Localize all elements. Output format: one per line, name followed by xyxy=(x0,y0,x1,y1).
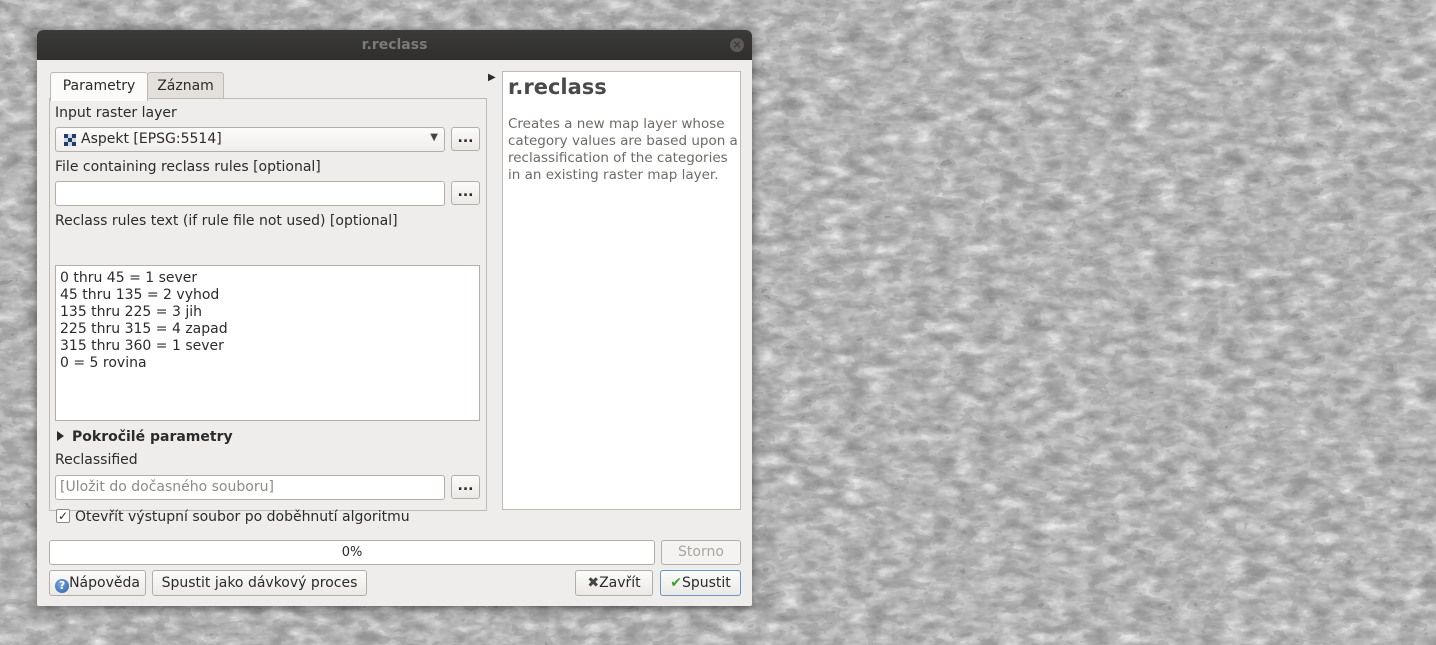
raster-layer-icon xyxy=(64,134,76,146)
collapse-help-arrow-icon[interactable]: ▶ xyxy=(488,72,496,83)
title-bar[interactable]: r.reclass × xyxy=(37,30,752,60)
expand-triangle-icon xyxy=(57,431,64,441)
window-title: r.reclass xyxy=(361,37,428,53)
close-button-label: Zavřít xyxy=(599,575,641,591)
cancel-button[interactable]: Storno xyxy=(661,540,741,565)
close-button[interactable]: ✖Zavřít xyxy=(575,570,653,596)
x-icon: ✖ xyxy=(587,575,600,591)
rules-file-input[interactable] xyxy=(55,181,445,206)
parameters-panel: Input raster layer Aspekt [EPSG:5514] ▼ … xyxy=(49,98,487,525)
r-reclass-dialog: r.reclass × Parametry Záznam ▶ Input ras… xyxy=(37,30,752,606)
input-raster-browse-button[interactable]: ... xyxy=(451,127,480,151)
output-placeholder: [Uložit do dočasného souboru] xyxy=(60,479,274,495)
run-button[interactable]: ✔Spustit xyxy=(660,570,741,596)
rules-line: 45 thru 135 = 2 vyhod xyxy=(60,287,220,303)
open-output-checkbox[interactable]: ✓ xyxy=(56,509,70,523)
help-button[interactable]: ? Nápověda xyxy=(49,570,146,596)
input-raster-value: Aspekt [EPSG:5514] xyxy=(81,131,222,147)
help-description: Creates a new map layer whose category v… xyxy=(508,116,738,183)
checkmark-icon: ✔ xyxy=(670,575,682,591)
input-raster-label: Input raster layer xyxy=(55,105,177,121)
run-button-label: Spustit xyxy=(681,575,731,591)
rules-file-label: File containing reclass rules [optional] xyxy=(55,159,321,175)
rules-line: 315 thru 360 = 1 sever xyxy=(60,338,224,354)
help-panel: r.reclass Creates a new map layer whose … xyxy=(502,71,741,510)
advanced-parameters-label: Pokročilé parametry xyxy=(72,429,233,445)
rules-line: 135 thru 225 = 3 jih xyxy=(60,304,202,320)
window-close-button[interactable]: × xyxy=(730,38,744,52)
output-browse-button[interactable]: ... xyxy=(451,475,480,499)
rules-line: 0 thru 45 = 1 sever xyxy=(60,270,198,286)
dropdown-arrow-icon: ▼ xyxy=(430,132,438,143)
advanced-parameters-toggle[interactable]: Pokročilé parametry xyxy=(57,429,233,445)
question-icon: ? xyxy=(55,579,70,593)
rules-text-area[interactable]: 0 thru 45 = 1 sever 45 thru 135 = 2 vyho… xyxy=(55,265,480,421)
progress-text: 0% xyxy=(341,545,363,560)
output-label: Reclassified xyxy=(55,452,138,468)
help-title: r.reclass xyxy=(508,75,607,99)
run-as-batch-button[interactable]: Spustit jako dávkový proces xyxy=(152,570,367,596)
tab-parametry[interactable]: Parametry xyxy=(50,72,148,101)
rules-file-browse-button[interactable]: ... xyxy=(451,181,480,205)
open-output-label: Otevřít výstupní soubor po doběhnutí alg… xyxy=(75,509,410,525)
tab-zaznam[interactable]: Záznam xyxy=(147,72,224,99)
progress-bar: 0% xyxy=(49,540,655,565)
rules-line: 225 thru 315 = 4 zapad xyxy=(60,321,228,337)
output-file-input[interactable]: [Uložit do dočasného souboru] xyxy=(55,475,445,500)
rules-text-label: Reclass rules text (if rule file not use… xyxy=(55,213,398,229)
input-raster-combobox[interactable]: Aspekt [EPSG:5514] ▼ xyxy=(55,127,445,152)
rules-line: 0 = 5 rovina xyxy=(60,355,147,371)
help-button-label: Nápověda xyxy=(69,575,140,591)
